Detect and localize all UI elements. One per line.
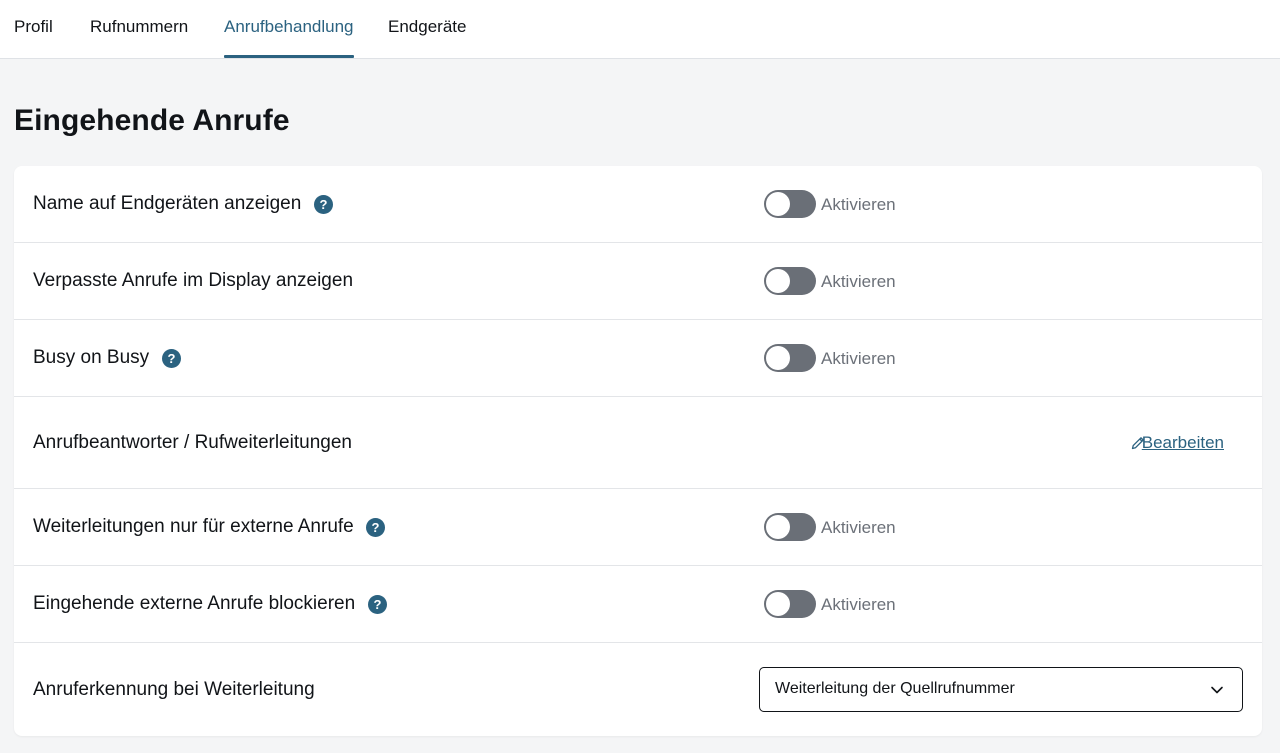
settings-card: Name auf Endgeräten anzeigen ? Aktiviere… <box>14 166 1262 736</box>
toggle-label: Aktivieren <box>821 272 896 291</box>
setting-row-weiterleitungen-extern: Weiterleitungen nur für externe Anrufe ?… <box>14 489 1262 566</box>
setting-label: Busy on Busy <box>33 347 150 368</box>
setting-row-anrufbeantworter: Anrufbeantworter / Rufweiterleitungen Be… <box>14 397 1262 489</box>
toggle-knob <box>766 192 790 216</box>
setting-label: Anrufbeantworter / Rufweiterleitungen <box>33 432 352 453</box>
top-tab-bar: Profil Rufnummern Anrufbehandlung Endger… <box>0 0 1280 59</box>
tab-endgeraete[interactable]: Endgeräte <box>388 0 466 58</box>
toggle-label: Aktivieren <box>821 195 896 214</box>
help-icon[interactable]: ? <box>366 518 385 537</box>
toggle-knob <box>766 515 790 539</box>
tab-profil[interactable]: Profil <box>14 0 53 58</box>
edit-link[interactable]: Bearbeiten <box>1142 433 1224 453</box>
caller-id-select[interactable]: Weiterleitung der Quellrufnummer <box>759 667 1243 712</box>
setting-label: Eingehende externe Anrufe blockieren <box>33 593 356 614</box>
setting-row-anruferkennung: Anruferkennung bei Weiterleitung Weiterl… <box>14 643 1262 736</box>
help-icon[interactable]: ? <box>162 349 181 368</box>
setting-label: Name auf Endgeräten anzeigen <box>33 193 302 214</box>
toggle-switch[interactable] <box>764 590 816 618</box>
setting-row-busy-on-busy: Busy on Busy ? Aktivieren <box>14 320 1262 397</box>
toggle-knob <box>766 592 790 616</box>
tab-anrufbehandlung[interactable]: Anrufbehandlung <box>224 0 354 58</box>
setting-label: Anruferkennung bei Weiterleitung <box>33 679 315 700</box>
toggle-switch[interactable] <box>764 513 816 541</box>
toggle-knob <box>766 346 790 370</box>
chevron-down-icon <box>1211 686 1223 694</box>
setting-row-verpasste-anrufe: Verpasste Anrufe im Display anzeigen Akt… <box>14 243 1262 320</box>
toggle-switch[interactable] <box>764 190 816 218</box>
help-icon[interactable]: ? <box>314 195 333 214</box>
page-title: Eingehende Anrufe <box>14 104 290 137</box>
setting-label: Weiterleitungen nur für externe Anrufe <box>33 516 354 537</box>
toggle-switch[interactable] <box>764 344 816 372</box>
toggle-label: Aktivieren <box>821 518 896 537</box>
toggle-knob <box>766 269 790 293</box>
setting-label: Verpasste Anrufe im Display anzeigen <box>33 270 354 291</box>
toggle-label: Aktivieren <box>821 349 896 368</box>
toggle-label: Aktivieren <box>821 595 896 614</box>
toggle-switch[interactable] <box>764 267 816 295</box>
tab-rufnummern[interactable]: Rufnummern <box>90 0 188 58</box>
setting-row-externe-blockieren: Eingehende externe Anrufe blockieren ? A… <box>14 566 1262 643</box>
setting-row-name-anzeigen: Name auf Endgeräten anzeigen ? Aktiviere… <box>14 166 1262 243</box>
help-icon[interactable]: ? <box>368 595 387 614</box>
select-value: Weiterleitung der Quellrufnummer <box>775 680 1015 697</box>
